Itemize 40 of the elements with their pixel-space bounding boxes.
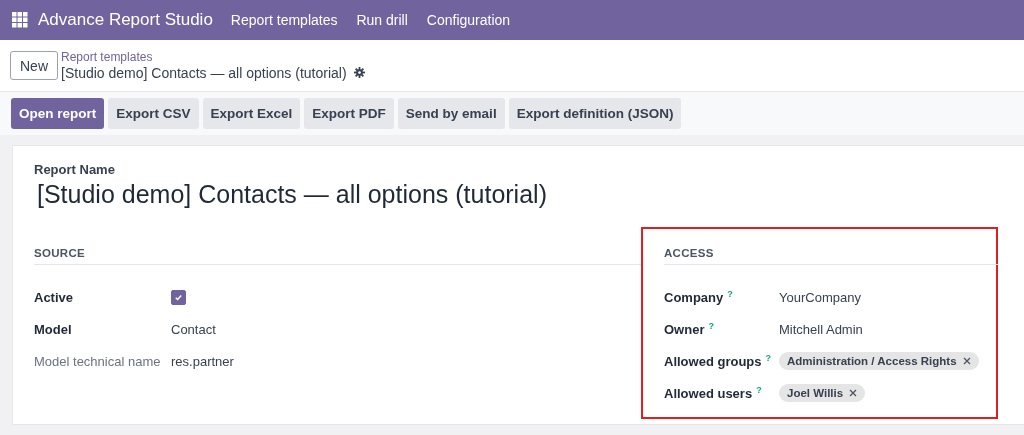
close-icon[interactable] bbox=[849, 389, 858, 397]
action-button[interactable]: Send by email bbox=[397, 98, 505, 129]
apps-grid-icon[interactable] bbox=[12, 12, 28, 28]
field-value: res.partner bbox=[171, 353, 234, 369]
action-button[interactable]: Export definition (JSON) bbox=[508, 98, 682, 129]
settings-icon[interactable] bbox=[353, 67, 365, 78]
menu-item[interactable]: Run drill bbox=[356, 12, 408, 28]
field-label: Company bbox=[664, 290, 724, 306]
app-title: Advance Report Studio bbox=[38, 10, 213, 30]
field-value: Mitchell Admin bbox=[779, 321, 863, 337]
menu-item[interactable]: Configuration bbox=[426, 12, 511, 28]
field-value: Contact bbox=[171, 321, 216, 337]
help-tooltip[interactable]: ? bbox=[756, 384, 762, 395]
action-button[interactable]: Open report bbox=[11, 98, 105, 129]
checkmark-icon bbox=[174, 292, 183, 302]
section-title: ACCESS bbox=[664, 247, 998, 265]
tag-label: Administration / Access Rights bbox=[787, 355, 957, 367]
action-button[interactable]: Export CSV bbox=[108, 98, 199, 129]
field-label: Model technical name bbox=[34, 353, 161, 369]
field-label: Active bbox=[34, 289, 74, 305]
help-tooltip[interactable]: ? bbox=[708, 320, 714, 331]
help-tooltip[interactable]: ? bbox=[765, 352, 771, 363]
tag-label: Joel Willis bbox=[787, 387, 844, 399]
checkbox[interactable] bbox=[171, 289, 186, 305]
field-label: Model bbox=[34, 321, 72, 337]
field-label: Allowed groups bbox=[664, 354, 762, 370]
breadcrumb-link[interactable]: Report templates bbox=[61, 49, 365, 64]
section-title: SOURCE bbox=[34, 247, 641, 265]
field-label: Allowed users bbox=[664, 386, 753, 402]
field-label: Owner bbox=[664, 322, 705, 338]
breadcrumb-current: [Studio demo] Contacts — all options (tutorial) bbox=[61, 64, 347, 82]
close-icon[interactable] bbox=[962, 357, 971, 365]
help-tooltip[interactable]: ? bbox=[727, 288, 733, 299]
menu-item[interactable]: Report templates bbox=[230, 12, 338, 28]
report-name-field[interactable]: [Studio demo] Contacts — all options (tutorial) bbox=[37, 180, 1024, 209]
action-button[interactable]: Export Excel bbox=[202, 98, 301, 129]
field-value: YourCompany bbox=[779, 289, 861, 305]
new-button[interactable]: New bbox=[10, 51, 58, 80]
action-button[interactable]: Export PDF bbox=[304, 98, 394, 129]
field-label: Report Name bbox=[34, 162, 116, 177]
